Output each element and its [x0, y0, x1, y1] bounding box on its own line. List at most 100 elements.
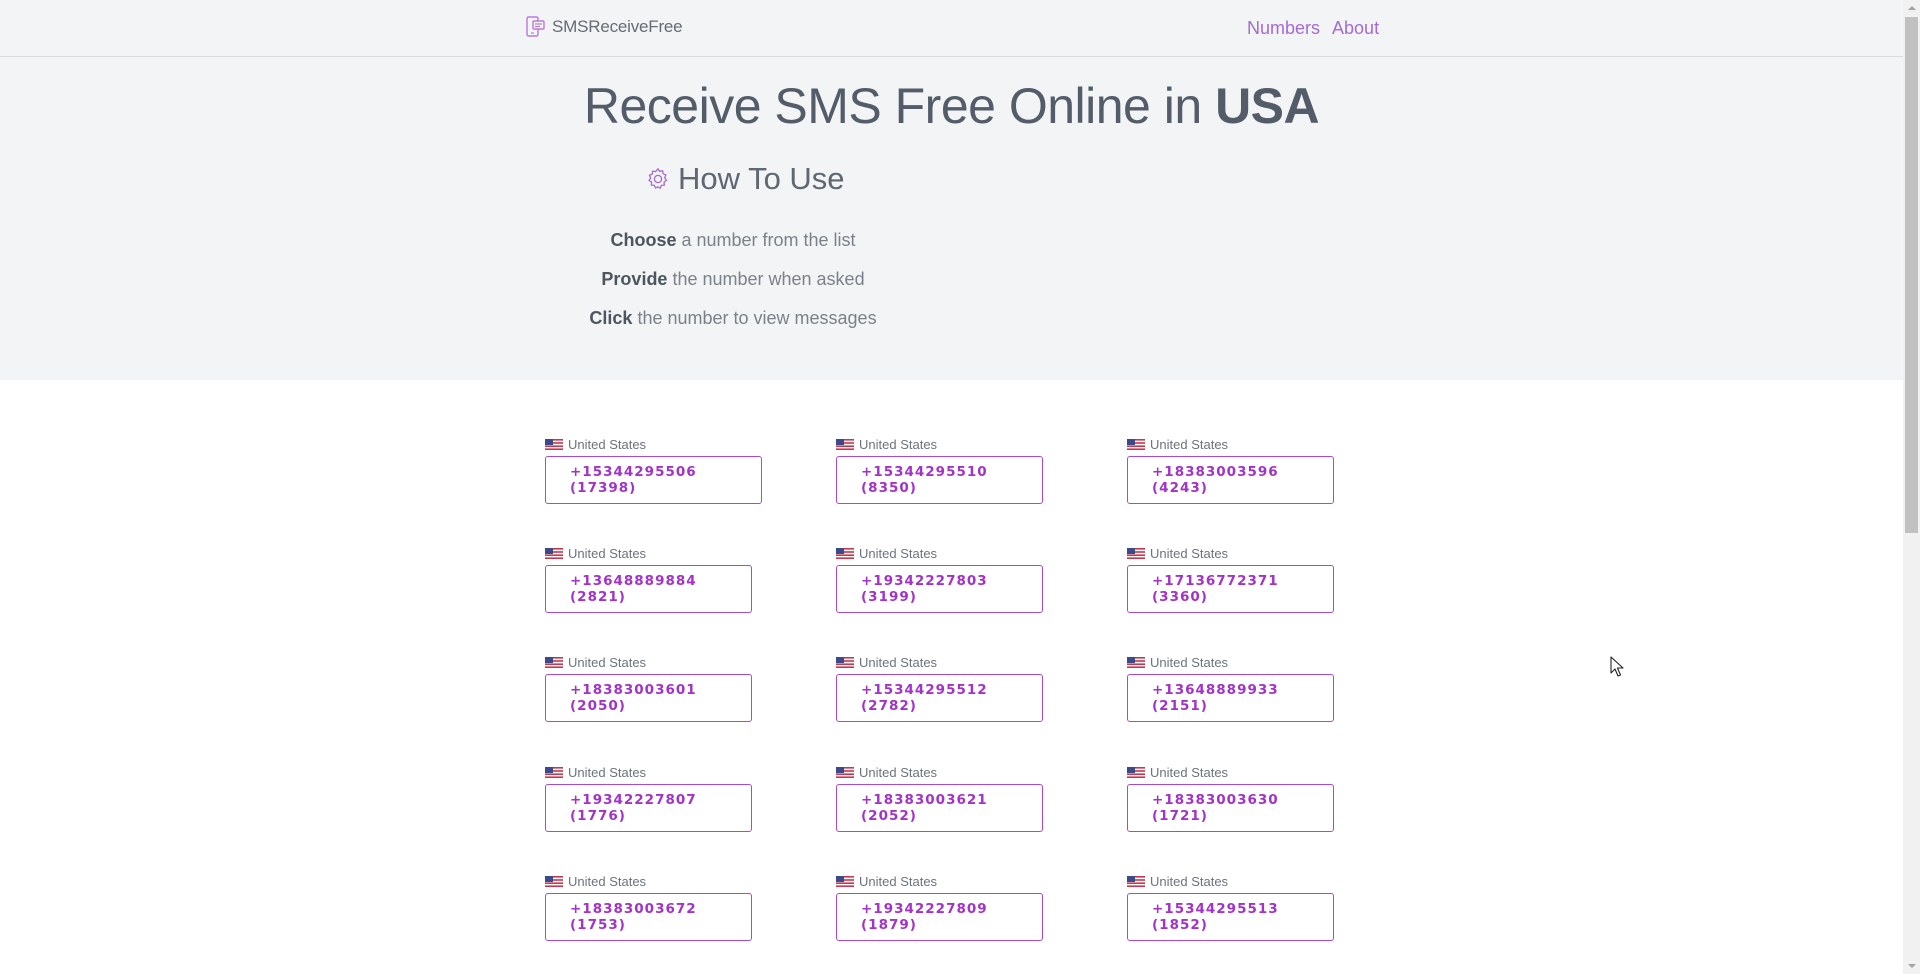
us-flag-icon — [836, 547, 854, 559]
us-flag-icon — [1127, 875, 1145, 887]
us-flag-icon — [545, 875, 563, 887]
phone-number-button[interactable]: +18383003630 (1721) — [1127, 784, 1334, 832]
us-flag-icon — [545, 438, 563, 450]
country-label: United States — [1127, 654, 1334, 670]
country-name: United States — [859, 764, 938, 780]
step-choose: Choose a number from the list — [0, 221, 1466, 260]
gear-icon — [648, 168, 668, 189]
country-name: United States — [859, 654, 938, 670]
country-label: United States — [836, 873, 1043, 889]
number-card: United States +13648889884 (2821) — [545, 545, 752, 613]
country-label: United States — [836, 654, 1043, 670]
phone-number-button[interactable]: +13648889933 (2151) — [1127, 674, 1334, 722]
number-card: United States +18383003672 (1753) — [545, 873, 752, 941]
phone-number-button[interactable]: +19342227803 (3199) — [836, 565, 1043, 613]
country-name: United States — [568, 436, 647, 452]
country-name: United States — [1150, 654, 1229, 670]
country-label: United States — [1127, 764, 1334, 780]
country-label: United States — [836, 545, 1043, 561]
country-name: United States — [568, 764, 647, 780]
phone-number-button[interactable]: +18383003596 (4243) — [1127, 456, 1334, 504]
country-label: United States — [836, 764, 1043, 780]
us-flag-icon — [836, 656, 854, 668]
phone-number-button[interactable]: +15344295510 (8350) — [836, 456, 1043, 504]
country-label: United States — [1127, 545, 1334, 561]
number-card: United States +13648889933 (2151) — [1127, 654, 1334, 722]
step-click: Click the number to view messages — [0, 299, 1466, 338]
us-flag-icon — [1127, 656, 1145, 668]
page-title-prefix: Receive SMS Free Online in — [583, 78, 1216, 134]
us-flag-icon — [836, 438, 854, 450]
us-flag-icon — [1127, 547, 1145, 559]
step-click-bold: Click — [589, 308, 633, 328]
top-navbar: SMSReceiveFree Numbers About — [0, 0, 1903, 57]
brand-name: SMSReceiveFree — [552, 17, 683, 36]
phone-number-button[interactable]: +18383003672 (1753) — [545, 893, 752, 941]
mouse-cursor-icon — [1610, 656, 1624, 677]
us-flag-icon — [1127, 438, 1145, 450]
how-to-steps: Choose a number from the list Provide th… — [0, 221, 1466, 338]
number-card: United States +15344295506 (17398) — [545, 436, 762, 504]
country-name: United States — [568, 873, 647, 889]
country-name: United States — [1150, 436, 1229, 452]
step-choose-text: a number from the list — [676, 230, 856, 250]
country-label: United States — [1127, 873, 1334, 889]
scroll-thumb[interactable] — [1905, 17, 1918, 533]
number-card: United States +18383003630 (1721) — [1127, 764, 1334, 832]
number-card: United States +19342227807 (1776) — [545, 764, 752, 832]
us-flag-icon — [545, 766, 563, 778]
nav-link-about[interactable]: About — [1332, 18, 1379, 39]
nav-links: Numbers About — [1247, 18, 1379, 39]
us-flag-icon — [545, 547, 563, 559]
country-label: United States — [545, 545, 752, 561]
step-provide: Provide the number when asked — [0, 260, 1466, 299]
step-provide-text: the number when asked — [667, 269, 865, 289]
us-flag-icon — [836, 766, 854, 778]
country-name: United States — [568, 545, 647, 561]
us-flag-icon — [836, 875, 854, 887]
number-card: United States +18383003596 (4243) — [1127, 436, 1334, 504]
page-title-country: USA — [1215, 78, 1320, 134]
phone-number-button[interactable]: +13648889884 (2821) — [545, 565, 752, 613]
phone-number-button[interactable]: +18383003621 (2052) — [836, 784, 1043, 832]
number-card: United States +18383003601 (2050) — [545, 654, 752, 722]
number-card: United States +15344295512 (2782) — [836, 654, 1043, 722]
number-card: United States +15344295513 (1852) — [1127, 873, 1334, 941]
us-flag-icon — [1127, 766, 1145, 778]
phone-number-button[interactable]: +15344295506 (17398) — [545, 456, 762, 504]
phone-number-button[interactable]: +15344295512 (2782) — [836, 674, 1043, 722]
number-card: United States +15344295510 (8350) — [836, 436, 1043, 504]
step-choose-bold: Choose — [610, 230, 677, 250]
country-name: United States — [1150, 873, 1229, 889]
page-title: Receive SMS Free Online in USA — [0, 77, 1903, 135]
number-card: United States +19342227809 (1879) — [836, 873, 1043, 941]
scroll-down-arrow-icon[interactable] — [1903, 957, 1920, 974]
phone-number-button[interactable]: +17136772371 (3360) — [1127, 565, 1334, 613]
country-name: United States — [859, 873, 938, 889]
country-label: United States — [545, 764, 752, 780]
country-name: United States — [859, 436, 938, 452]
phone-number-button[interactable]: +18383003601 (2050) — [545, 674, 752, 722]
sms-logo-icon — [526, 16, 545, 37]
us-flag-icon — [545, 656, 563, 668]
country-name: United States — [1150, 545, 1229, 561]
phone-number-button[interactable]: +19342227809 (1879) — [836, 893, 1043, 941]
step-provide-bold: Provide — [601, 269, 668, 289]
phone-number-button[interactable]: +15344295513 (1852) — [1127, 893, 1334, 941]
number-card: United States +18383003621 (2052) — [836, 764, 1043, 832]
country-label: United States — [545, 436, 762, 452]
brand-link[interactable]: SMSReceiveFree — [525, 15, 683, 39]
number-card: United States +19342227803 (3199) — [836, 545, 1043, 613]
step-click-text: the number to view messages — [632, 308, 877, 328]
number-card: United States +17136772371 (3360) — [1127, 545, 1334, 613]
nav-link-numbers[interactable]: Numbers — [1247, 18, 1320, 39]
country-label: United States — [545, 654, 752, 670]
country-label: United States — [545, 873, 752, 889]
page-scrollbar[interactable] — [1903, 0, 1920, 974]
how-to-use-heading: How To Use — [646, 161, 845, 197]
country-name: United States — [568, 654, 647, 670]
phone-number-button[interactable]: +19342227807 (1776) — [545, 784, 752, 832]
country-label: United States — [836, 436, 1043, 452]
country-name: United States — [1150, 764, 1229, 780]
scroll-up-arrow-icon[interactable] — [1903, 0, 1920, 17]
